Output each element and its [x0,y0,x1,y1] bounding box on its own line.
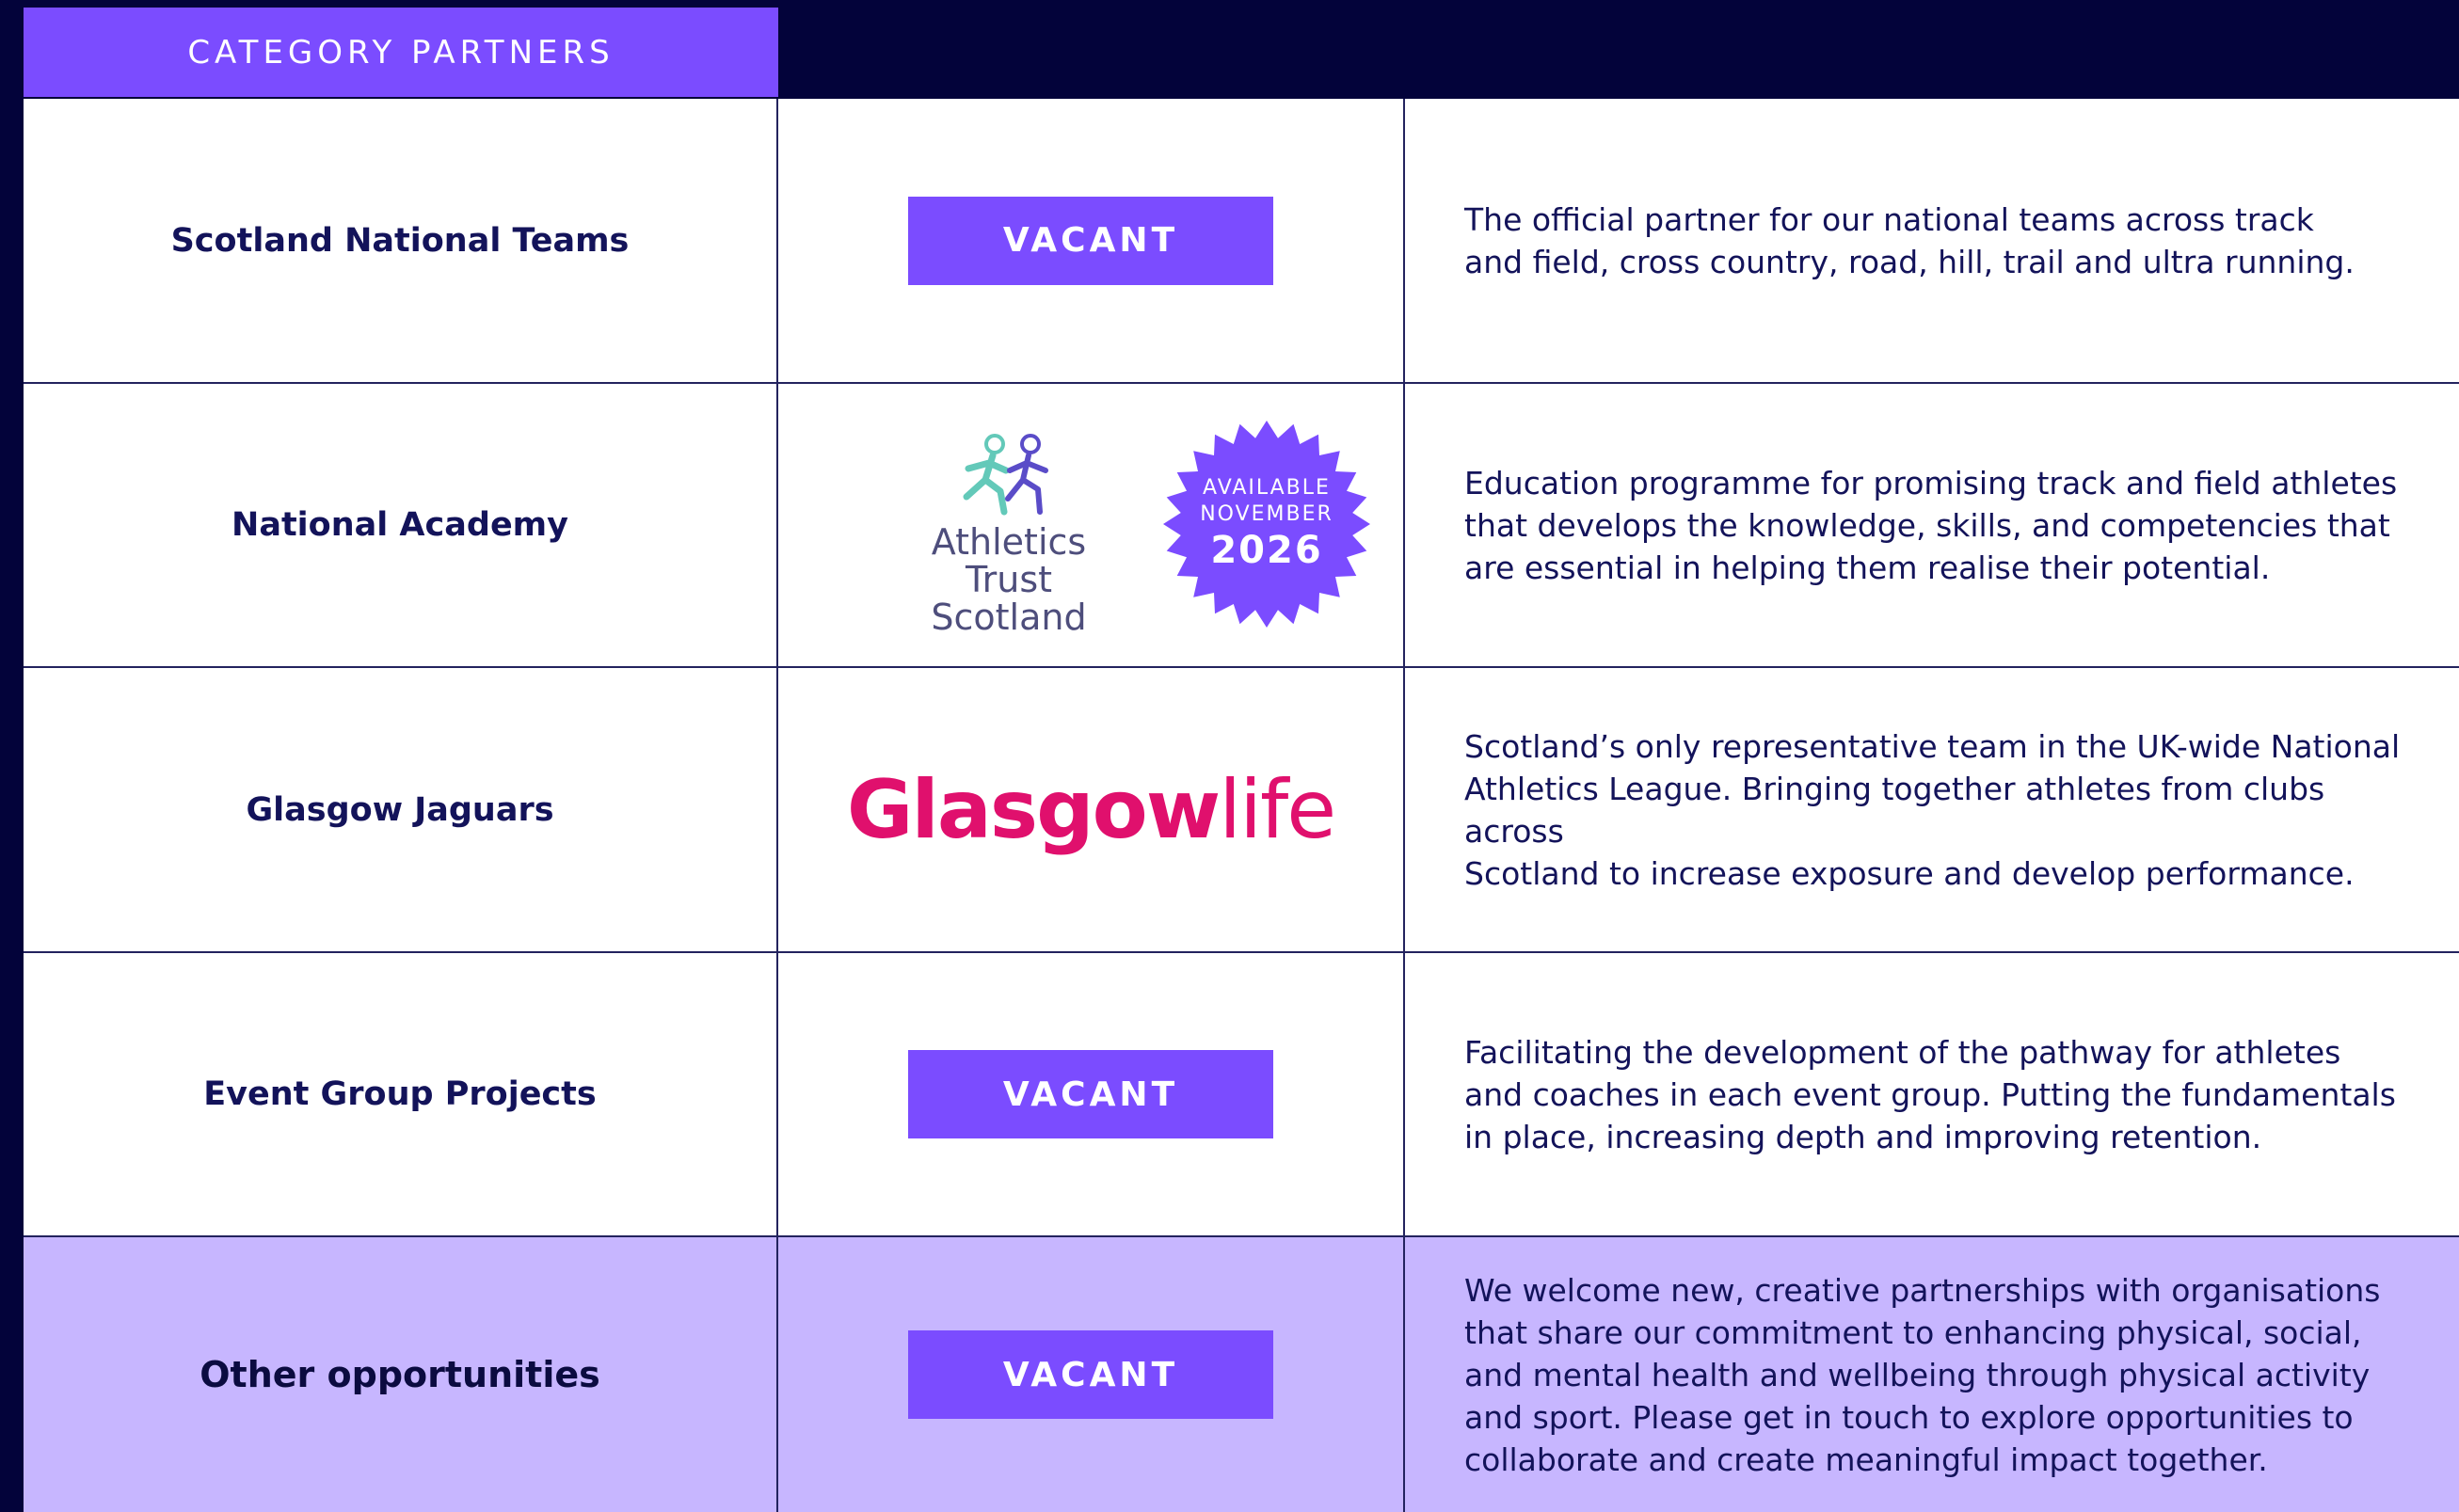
ats-logo-line1: Athletics Trust [931,521,1087,600]
partner-cell: VACANT [778,99,1405,382]
category-partners-header: CATEGORY PARTNERS [24,8,778,97]
badge-line2: NOVEMBER [1200,502,1333,526]
runners-icon [963,434,1048,516]
category-cell: Scotland National Teams [24,99,778,382]
athletics-trust-scotland-logo: Athletics Trust Scotland [886,433,1131,636]
description-cell: Facilitating the development of the path… [1405,953,2459,1235]
category-name: Event Group Projects [203,1075,597,1113]
category-description: Education programme for promising track … [1464,464,2398,586]
vacant-button[interactable]: VACANT [908,1330,1273,1419]
vacant-button[interactable]: VACANT [908,1050,1273,1138]
vacant-button[interactable]: VACANT [908,196,1273,285]
description-cell: Scotland’s only representative team in t… [1405,668,2459,951]
category-name: Scotland National Teams [170,221,630,260]
partners-table: Scotland National Teams VACANT The offic… [24,99,2459,1512]
partner-cell: VACANT [778,953,1405,1235]
life-logo-text: life [1219,762,1336,857]
badge-year: 2026 [1210,529,1323,572]
available-badge: AVAILABLE NOVEMBER 2026 [1162,420,1371,629]
category-name: Glasgow Jaguars [246,790,554,829]
partner-cell: Athletics Trust Scotland AVAILABLE NOVEM… [778,384,1405,666]
ats-logo-line2: Scotland [931,597,1087,638]
glasgow-logo-text: Glasgow [846,762,1221,857]
description-cell: The official partner for our national te… [1405,99,2459,382]
table-row: Scotland National Teams VACANT The offic… [24,99,2459,384]
category-cell: National Academy [24,384,778,666]
badge-line1: AVAILABLE [1203,476,1331,500]
category-description: We welcome new, creative partnerships wi… [1464,1271,2381,1478]
description-cell: We welcome new, creative partnerships wi… [1405,1237,2459,1512]
header-title: CATEGORY PARTNERS [187,33,615,72]
table-row: Other opportunities VACANT We welcome ne… [24,1237,2459,1512]
table-row: Event Group Projects VACANT Facilitating… [24,953,2459,1237]
category-cell: Event Group Projects [24,953,778,1235]
category-cell: Other opportunities [24,1237,778,1512]
partner-cell: VACANT [778,1237,1405,1512]
category-name: Other opportunities [200,1354,600,1395]
glasgow-life-logo: Glasgowlife [847,770,1336,851]
partner-cell: Glasgowlife [778,668,1405,951]
table-row: Glasgow Jaguars Glasgowlife Scotland’s o… [24,668,2459,953]
category-name: National Academy [232,506,568,544]
category-description: Facilitating the development of the path… [1464,1033,2396,1155]
table-row: National Academy Athletics Trust Scotlan… [24,384,2459,668]
category-description: Scotland’s only representative team in t… [1464,727,2401,892]
description-cell: Education programme for promising track … [1405,384,2459,666]
category-description: The official partner for our national te… [1464,200,2355,280]
category-cell: Glasgow Jaguars [24,668,778,951]
